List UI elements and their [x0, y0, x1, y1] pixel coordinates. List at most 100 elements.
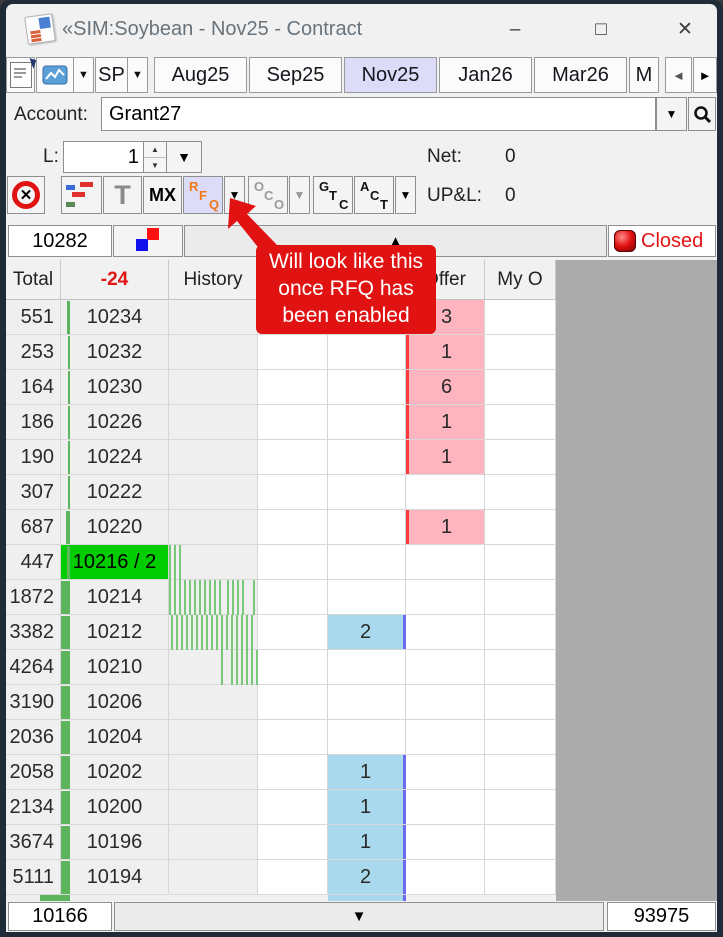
act-dropdown[interactable]: ▼	[395, 176, 416, 214]
tab-m[interactable]: M	[629, 57, 659, 93]
my-offer-cell[interactable]	[485, 405, 556, 439]
tab-scroll-right[interactable]: ►	[693, 57, 717, 93]
my-bid-cell[interactable]	[258, 510, 328, 544]
tab-nov25[interactable]: Nov25	[344, 57, 437, 93]
offer-cell[interactable]	[406, 580, 485, 614]
bid-cell[interactable]	[328, 720, 406, 754]
my-offer-cell[interactable]	[485, 825, 556, 859]
spin-up-icon[interactable]: ▲	[144, 142, 166, 158]
bid-cell[interactable]	[328, 580, 406, 614]
scroll-down-bar[interactable]: ▼	[114, 902, 604, 931]
close-button[interactable]: ✕	[668, 17, 702, 43]
gtc-button[interactable]: GTC	[313, 176, 353, 214]
my-bid-cell[interactable]	[258, 860, 328, 894]
my-bid-cell[interactable]	[258, 580, 328, 614]
my-bid-cell[interactable]	[258, 370, 328, 404]
my-offer-cell[interactable]	[485, 720, 556, 754]
offer-cell[interactable]	[406, 650, 485, 684]
bid-cell[interactable]	[328, 440, 406, 474]
bid-cell[interactable]: 1	[328, 790, 406, 824]
consolidate-button[interactable]	[61, 176, 102, 214]
maximize-button[interactable]: □	[584, 17, 618, 43]
header-my-offer[interactable]: My O	[485, 260, 556, 299]
my-offer-cell[interactable]	[485, 755, 556, 789]
lot-size-input[interactable]	[63, 141, 144, 173]
bid-cell[interactable]	[328, 405, 406, 439]
bid-cell[interactable]: 2	[328, 615, 406, 649]
bid-cell[interactable]	[328, 335, 406, 369]
minimize-button[interactable]: –	[498, 17, 532, 43]
my-bid-cell[interactable]	[258, 615, 328, 649]
my-offer-cell[interactable]	[485, 475, 556, 509]
bid-cell[interactable]	[328, 650, 406, 684]
properties-button[interactable]	[6, 57, 35, 93]
offer-cell[interactable]	[406, 685, 485, 719]
trailing-button[interactable]: T	[103, 176, 142, 214]
tab-mar26[interactable]: Mar26	[534, 57, 627, 93]
my-bid-cell[interactable]	[258, 335, 328, 369]
offer-cell[interactable]	[406, 755, 485, 789]
my-bid-cell[interactable]	[258, 790, 328, 824]
my-bid-cell[interactable]	[258, 650, 328, 684]
account-search-button[interactable]	[688, 97, 716, 131]
offer-cell[interactable]: 1	[406, 440, 485, 474]
lot-dropdown[interactable]: ▼	[166, 141, 202, 173]
chart-dropdown[interactable]: ▼	[73, 57, 94, 93]
offer-cell[interactable]: 1	[406, 510, 485, 544]
my-offer-cell[interactable]	[485, 685, 556, 719]
offer-cell[interactable]	[406, 790, 485, 824]
account-dropdown[interactable]: ▼	[656, 97, 687, 131]
bid-cell[interactable]	[328, 370, 406, 404]
header-total[interactable]: Total	[6, 260, 61, 299]
my-offer-cell[interactable]	[485, 615, 556, 649]
oco-dropdown[interactable]: ▼	[289, 176, 310, 214]
bid-cell[interactable]	[328, 685, 406, 719]
my-offer-cell[interactable]	[485, 370, 556, 404]
my-offer-cell[interactable]	[485, 440, 556, 474]
mx-button[interactable]: MX	[143, 176, 182, 214]
my-offer-cell[interactable]	[485, 335, 556, 369]
my-bid-cell[interactable]	[258, 545, 328, 579]
chart-button[interactable]	[36, 57, 74, 93]
my-bid-cell[interactable]	[258, 685, 328, 719]
offer-cell[interactable]: 6	[406, 370, 485, 404]
my-bid-cell[interactable]	[258, 475, 328, 509]
tab-aug25[interactable]: Aug25	[154, 57, 247, 93]
offer-cell[interactable]: 1	[406, 335, 485, 369]
my-bid-cell[interactable]	[258, 720, 328, 754]
bid-cell[interactable]: 1	[328, 755, 406, 789]
my-offer-cell[interactable]	[485, 300, 556, 334]
offer-cell[interactable]	[406, 720, 485, 754]
my-bid-cell[interactable]	[258, 825, 328, 859]
bid-cell[interactable]: 2	[328, 860, 406, 894]
lot-spinner[interactable]: ▲▼	[143, 141, 167, 173]
my-offer-cell[interactable]	[485, 510, 556, 544]
bid-ask-icon-box[interactable]	[113, 225, 183, 257]
header-net-change[interactable]: -24	[61, 260, 169, 299]
account-input[interactable]	[101, 97, 656, 131]
tab-scroll-left[interactable]: ◄	[665, 57, 692, 93]
my-offer-cell[interactable]	[485, 650, 556, 684]
header-history[interactable]: History	[169, 260, 258, 299]
offer-cell[interactable]	[406, 825, 485, 859]
my-offer-cell[interactable]	[485, 860, 556, 894]
my-bid-cell[interactable]	[258, 405, 328, 439]
offer-cell[interactable]	[406, 860, 485, 894]
bid-cell[interactable]	[328, 510, 406, 544]
sp-button[interactable]: SP	[95, 57, 128, 93]
offer-cell[interactable]: 1	[406, 405, 485, 439]
tab-jan26[interactable]: Jan26	[439, 57, 532, 93]
my-offer-cell[interactable]	[485, 790, 556, 824]
spin-down-icon[interactable]: ▼	[144, 158, 166, 173]
my-offer-cell[interactable]	[485, 580, 556, 614]
offer-cell[interactable]	[406, 475, 485, 509]
my-bid-cell[interactable]	[258, 755, 328, 789]
offer-cell[interactable]	[406, 545, 485, 579]
my-offer-cell[interactable]	[485, 545, 556, 579]
bid-cell[interactable]	[328, 545, 406, 579]
tab-sep25[interactable]: Sep25	[249, 57, 342, 93]
my-bid-cell[interactable]	[258, 440, 328, 474]
act-button[interactable]: ACT	[354, 176, 394, 214]
bid-cell[interactable]	[328, 475, 406, 509]
offer-cell[interactable]	[406, 615, 485, 649]
